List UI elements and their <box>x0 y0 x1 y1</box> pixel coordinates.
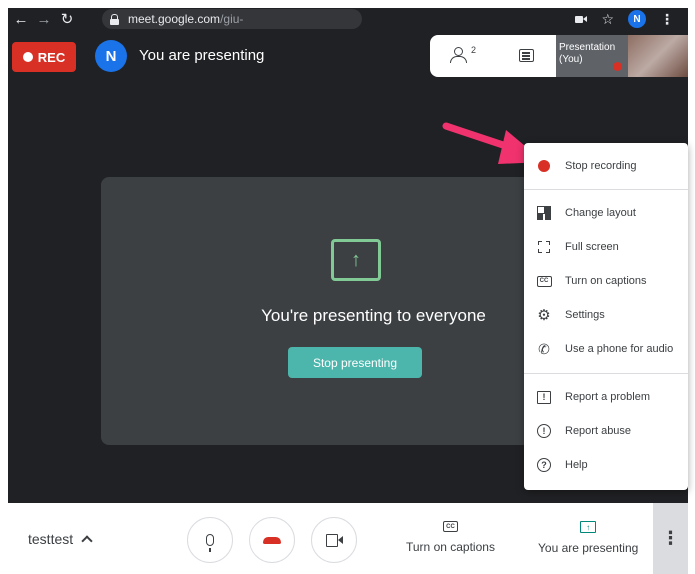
menu-item-phone-audio[interactable]: ✆ Use a phone for audio <box>524 334 688 364</box>
menu-item-label: Full screen <box>565 241 619 253</box>
camera-icon[interactable] <box>575 15 588 24</box>
menu-item-label: Report abuse <box>565 425 632 437</box>
menu-item-report-abuse[interactable]: ! Report abuse <box>524 416 688 446</box>
video-camera-icon <box>326 534 343 547</box>
star-icon[interactable]: ☆ <box>601 11 614 28</box>
record-dot-icon <box>538 160 550 172</box>
present-screen-icon: ↑ <box>580 521 597 533</box>
menu-item-change-layout[interactable]: Change layout <box>524 198 688 228</box>
people-button[interactable]: 2 <box>442 43 478 69</box>
captions-icon: CC <box>442 521 458 532</box>
menu-item-stop-recording[interactable]: Stop recording <box>524 151 688 181</box>
hang-up-button[interactable] <box>249 517 295 563</box>
menu-item-help[interactable]: ? Help <box>524 450 688 480</box>
people-count: 2 <box>471 45 477 55</box>
present-button[interactable]: ↑ You are presenting <box>538 521 638 555</box>
help-icon: ? <box>537 458 551 472</box>
kebab-icon: ⋮ <box>661 528 680 548</box>
chat-icon <box>519 49 534 62</box>
microphone-icon <box>206 534 214 552</box>
stop-presenting-button[interactable]: Stop presenting <box>288 347 422 378</box>
more-options-menu: Stop recording Change layout Full screen… <box>524 143 688 490</box>
menu-item-label: Settings <box>565 309 605 321</box>
url-text: meet.google.com/giu- <box>128 12 247 26</box>
menu-item-turn-on-captions[interactable]: CC Turn on captions <box>524 266 688 296</box>
rec-label: REC <box>37 49 66 65</box>
presenting-label: You are presenting <box>538 541 639 555</box>
self-tile-label: Presentation (You) <box>559 42 616 65</box>
presentation-card: ↑ You're presenting to everyone Stop pre… <box>101 177 538 445</box>
muted-icon <box>613 62 622 71</box>
present-screen-icon: ↑ <box>331 239 381 281</box>
fullscreen-icon <box>538 241 550 253</box>
kebab-icon[interactable]: ⋮ <box>660 11 674 28</box>
microphone-button[interactable] <box>187 517 233 563</box>
meeting-controls-bar: testtest CC Turn on captions ↑ You are p… <box>8 503 688 574</box>
record-dot-icon <box>22 52 33 62</box>
address-bar[interactable]: meet.google.com/giu- <box>102 9 362 29</box>
avatar: N <box>95 40 127 72</box>
more-options-button[interactable]: ⋮ <box>653 503 688 574</box>
meeting-name: testtest <box>28 531 74 547</box>
self-tile[interactable]: Presentation (You) <box>556 35 628 77</box>
layout-icon <box>537 206 551 220</box>
captions-label: Turn on captions <box>406 540 495 554</box>
participants-panel: 2 Presentation (You) <box>430 35 688 77</box>
menu-item-label: Report a problem <box>565 391 650 403</box>
presenting-status: You are presenting <box>139 47 265 64</box>
menu-item-label: Turn on captions <box>565 275 647 287</box>
menu-divider <box>524 189 688 190</box>
menu-divider <box>524 373 688 374</box>
phone-icon: ✆ <box>538 340 550 357</box>
back-icon[interactable]: ← <box>11 9 31 29</box>
profile-avatar[interactable]: N <box>628 10 646 28</box>
forward-icon[interactable]: → <box>34 9 54 29</box>
menu-item-full-screen[interactable]: Full screen <box>524 232 688 262</box>
captions-icon: CC <box>536 275 552 287</box>
lock-icon <box>110 13 119 25</box>
camera-button[interactable] <box>311 517 357 563</box>
gear-icon: ⚙ <box>537 307 551 324</box>
report-icon: ! <box>537 390 551 404</box>
browser-toolbar: ← → ↻ meet.google.com/giu- ☆ N ⋮ <box>8 8 688 30</box>
menu-item-label: Change layout <box>565 207 636 219</box>
recording-badge: REC <box>12 42 76 72</box>
menu-item-label: Help <box>565 459 588 471</box>
meeting-details-toggle[interactable]: testtest <box>28 531 93 547</box>
captions-button[interactable]: CC Turn on captions <box>406 521 495 554</box>
alert-icon: ! <box>537 424 551 438</box>
menu-item-report-problem[interactable]: ! Report a problem <box>524 382 688 412</box>
menu-item-label: Stop recording <box>565 160 637 172</box>
menu-item-settings[interactable]: ⚙ Settings <box>524 300 688 330</box>
chat-button[interactable] <box>514 43 540 69</box>
chevron-up-icon <box>81 535 93 547</box>
reload-icon[interactable]: ↻ <box>57 9 77 29</box>
participant-tile[interactable] <box>628 35 688 77</box>
people-icon <box>450 47 468 63</box>
hang-up-icon <box>263 536 281 544</box>
menu-item-label: Use a phone for audio <box>565 343 674 355</box>
